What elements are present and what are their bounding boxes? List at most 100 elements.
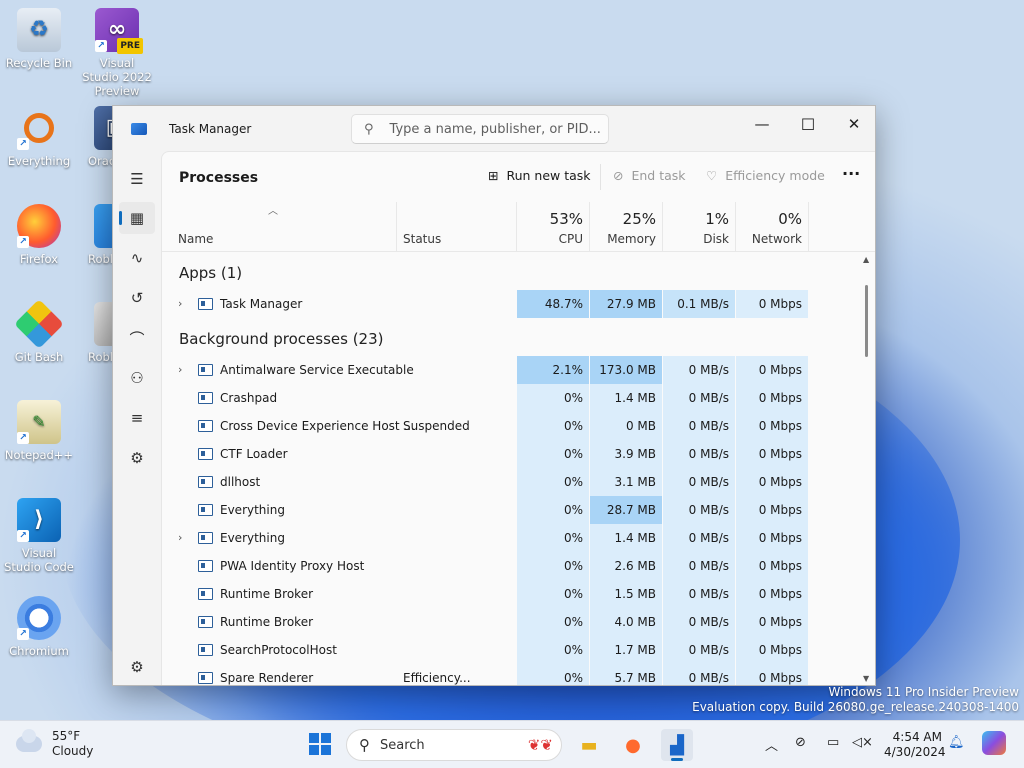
shortcut-arrow-icon: ↗ bbox=[17, 530, 29, 542]
more-options-button[interactable]: ··· bbox=[842, 164, 860, 183]
users-icon[interactable]: ⚇ bbox=[119, 362, 155, 394]
process-status: Suspended bbox=[403, 419, 470, 433]
process-row[interactable]: Runtime Broker 0% 4.0 MB 0 MB/s 0 Mbps bbox=[162, 608, 808, 636]
expand-chevron-icon[interactable]: › bbox=[178, 290, 182, 318]
process-network: 0 Mbps bbox=[736, 356, 808, 384]
copilot-icon[interactable] bbox=[982, 731, 1006, 755]
process-icon bbox=[198, 532, 213, 544]
desktop-icon-notepad-plus-plus[interactable]: ✎ ↗ Notepad++ bbox=[2, 400, 76, 462]
desktop-icon-chromium[interactable]: ↗ Chromium bbox=[2, 596, 76, 658]
column-network[interactable]: 0% Network bbox=[736, 202, 809, 252]
app-history-icon[interactable]: ↺ bbox=[119, 282, 155, 314]
services-icon[interactable]: ⚙ bbox=[119, 442, 155, 474]
processes-icon[interactable]: ▦ bbox=[119, 202, 155, 234]
expand-chevron-icon[interactable]: › bbox=[178, 524, 182, 552]
minimize-button[interactable]: — bbox=[739, 110, 785, 138]
process-disk: 0 MB/s bbox=[663, 608, 735, 636]
process-row[interactable]: › Task Manager 48.7% 27.9 MB 0.1 MB/s 0 Mbps bbox=[162, 290, 808, 318]
start-button[interactable] bbox=[309, 733, 331, 755]
volume-muted-icon[interactable]: ◁× bbox=[852, 735, 873, 750]
process-cpu: 0% bbox=[517, 412, 589, 440]
desktop-icon-roblox[interactable]: Roblo bbox=[80, 204, 112, 266]
group-header-background: Background processes (23) bbox=[179, 330, 384, 348]
evaluation-watermark: Windows 11 Pro Insider Preview Evaluatio… bbox=[692, 685, 1019, 714]
process-memory: 4.0 MB bbox=[590, 608, 662, 636]
process-name: Antimalware Service Executable bbox=[220, 363, 414, 377]
details-icon[interactable]: ≡ bbox=[119, 402, 155, 434]
menu-icon[interactable]: ☰ bbox=[119, 163, 155, 195]
process-name: SearchProtocolHost bbox=[220, 643, 337, 657]
search-icon: ⚲ bbox=[359, 736, 370, 754]
weather-widget[interactable]: 55°F Cloudy bbox=[16, 729, 93, 759]
column-name[interactable]: ︿ Name bbox=[162, 202, 397, 252]
network-offline-icon[interactable]: ⊘ bbox=[795, 735, 806, 750]
efficiency-mode-button[interactable]: ♡ Efficiency mode bbox=[706, 168, 825, 183]
process-row[interactable]: dllhost 0% 3.1 MB 0 MB/s 0 Mbps bbox=[162, 468, 808, 496]
process-icon bbox=[198, 644, 213, 656]
process-network: 0 Mbps bbox=[736, 384, 808, 412]
column-memory[interactable]: 25% Memory bbox=[590, 202, 663, 252]
column-status[interactable]: Status bbox=[397, 202, 517, 252]
task-manager-taskbar-icon[interactable]: ▟ bbox=[661, 729, 693, 761]
title-bar[interactable]: Task Manager ⚲ Type a name, publisher, o… bbox=[113, 106, 875, 151]
processes-page: Processes ⊞ Run new task ⊘ End task ♡ Ef… bbox=[161, 151, 875, 685]
scroll-up-icon[interactable]: ▲ bbox=[863, 255, 869, 264]
process-row[interactable]: Crashpad 0% 1.4 MB 0 MB/s 0 Mbps bbox=[162, 384, 808, 412]
process-network: 0 Mbps bbox=[736, 608, 808, 636]
process-memory: 28.7 MB bbox=[590, 496, 662, 524]
startup-apps-icon[interactable]: ⌒ bbox=[119, 322, 155, 354]
maximize-button[interactable]: ☐ bbox=[785, 110, 831, 138]
process-row[interactable]: SearchProtocolHost 0% 1.7 MB 0 MB/s 0 Mbps bbox=[162, 636, 808, 664]
desktop-icon-visual-studio-2022-preview[interactable]: ∞ PRE ↗ Visual Studio 2022 Preview bbox=[80, 8, 154, 98]
process-memory: 27.9 MB bbox=[590, 290, 662, 318]
firefox-taskbar-icon[interactable]: ● bbox=[617, 729, 649, 761]
desktop-icon-firefox[interactable]: ↗ Firefox bbox=[2, 204, 76, 266]
process-row[interactable]: Spare Renderer Efficiency... 0% 5.7 MB 0 MB/… bbox=[162, 664, 808, 685]
desktop-icon-recycle-bin[interactable]: ♻ Recycle Bin bbox=[2, 8, 76, 70]
process-name: Task Manager bbox=[220, 297, 303, 311]
column-cpu[interactable]: 53% CPU bbox=[517, 202, 590, 252]
display-icon[interactable]: ▭ bbox=[827, 735, 839, 750]
process-name: Runtime Broker bbox=[220, 587, 314, 601]
close-button[interactable]: ✕ bbox=[831, 110, 875, 138]
process-cpu: 48.7% bbox=[517, 290, 589, 318]
vertical-scrollbar[interactable]: ▲ ▼ bbox=[862, 253, 872, 685]
process-cpu: 0% bbox=[517, 384, 589, 412]
scroll-down-icon[interactable]: ▼ bbox=[863, 674, 869, 683]
clock[interactable]: 4:54 AM 4/30/2024 bbox=[884, 730, 946, 760]
process-row[interactable]: CTF Loader 0% 3.9 MB 0 MB/s 0 Mbps bbox=[162, 440, 808, 468]
end-task-button[interactable]: ⊘ End task bbox=[613, 168, 686, 183]
process-row[interactable]: › Antimalware Service Executable 2.1% 173.0… bbox=[162, 356, 808, 384]
desktop-icon-oracle-virtualbox[interactable]: ▣ Orac Virtu bbox=[80, 106, 112, 168]
shortcut-arrow-icon: ↗ bbox=[17, 432, 29, 444]
desktop-icon-vscode[interactable]: ⟩ ↗ Visual Studio Code bbox=[2, 498, 76, 574]
run-new-task-button[interactable]: ⊞ Run new task bbox=[488, 168, 591, 183]
process-memory: 1.4 MB bbox=[590, 524, 662, 552]
taskbar-search[interactable]: ⚲ Search ❦❦ bbox=[346, 729, 562, 761]
notification-bell-icon[interactable]: 🔔︎ bbox=[948, 735, 965, 750]
process-row[interactable]: › Everything 0% 1.4 MB 0 MB/s 0 Mbps bbox=[162, 524, 808, 552]
scroll-thumb[interactable] bbox=[865, 285, 868, 357]
process-cpu: 0% bbox=[517, 664, 589, 685]
search-box[interactable]: ⚲ Type a name, publisher, or PID... bbox=[351, 114, 609, 144]
desktop-icon-everything[interactable]: ↗ Everything bbox=[2, 106, 76, 168]
process-cpu: 0% bbox=[517, 524, 589, 552]
desktop-icon-git-bash[interactable]: Git Bash bbox=[2, 299, 76, 364]
process-row[interactable]: Runtime Broker 0% 1.5 MB 0 MB/s 0 Mbps bbox=[162, 580, 808, 608]
process-cpu: 0% bbox=[517, 608, 589, 636]
column-disk[interactable]: 1% Disk bbox=[663, 202, 736, 252]
sort-ascending-icon: ︿ bbox=[268, 206, 278, 217]
settings-icon[interactable]: ⚙ bbox=[119, 651, 155, 683]
process-name: PWA Identity Proxy Host bbox=[220, 559, 365, 573]
search-input[interactable]: Type a name, publisher, or PID... bbox=[390, 122, 601, 137]
performance-icon[interactable]: ∿ bbox=[119, 242, 155, 274]
expand-chevron-icon[interactable]: › bbox=[178, 356, 182, 384]
recycle-bin-icon: ♻ bbox=[17, 8, 61, 52]
show-hidden-icons-icon[interactable]: ︿ bbox=[765, 735, 778, 754]
process-row[interactable]: PWA Identity Proxy Host 0% 2.6 MB 0 MB/s 0 M… bbox=[162, 552, 808, 580]
process-row[interactable]: Cross Device Experience Host ... Suspende… bbox=[162, 412, 808, 440]
file-explorer-icon[interactable]: ▬ bbox=[573, 729, 605, 761]
process-row[interactable]: Everything 0% 28.7 MB 0 MB/s 0 Mbps bbox=[162, 496, 808, 524]
desktop-icon-roblox-studio[interactable]: Roblo bbox=[80, 302, 112, 364]
process-memory: 5.7 MB bbox=[590, 664, 662, 685]
